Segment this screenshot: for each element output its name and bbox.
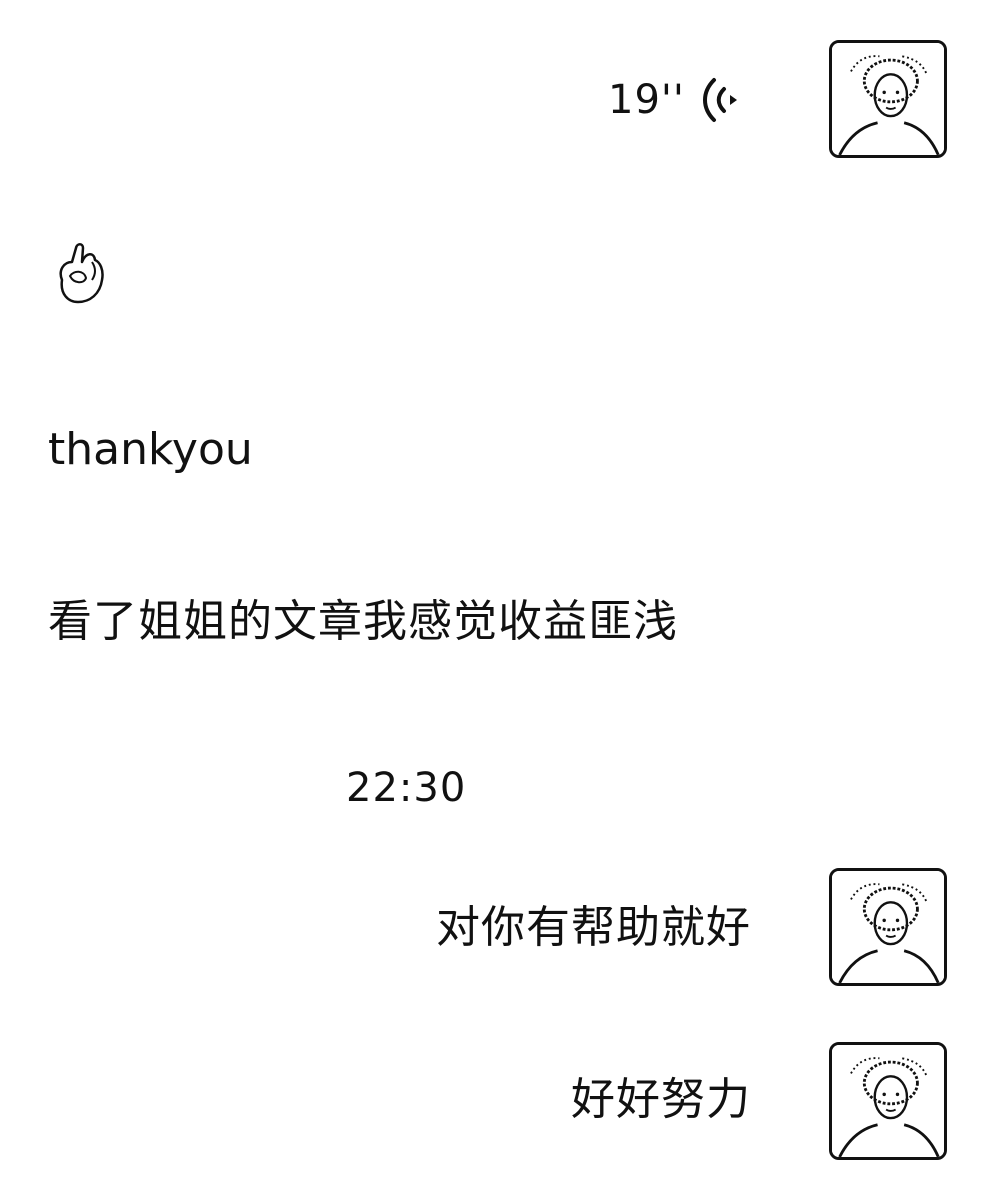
ok-hand-emoji-icon[interactable] <box>52 240 110 310</box>
message-outgoing-text: 对你有帮助就好 <box>436 902 751 953</box>
avatar[interactable] <box>829 40 947 158</box>
voice-duration: 19'' <box>608 77 685 123</box>
avatar[interactable] <box>829 868 947 986</box>
voice-wave-icon[interactable] <box>700 74 740 126</box>
message-incoming-text: thankyou <box>48 424 253 475</box>
timestamp: 22:30 <box>346 765 467 811</box>
avatar[interactable] <box>829 1042 947 1160</box>
message-outgoing-text: 好好努力 <box>571 1074 751 1125</box>
message-incoming-text: 看了姐姐的文章我感觉收益匪浅 <box>48 596 678 647</box>
